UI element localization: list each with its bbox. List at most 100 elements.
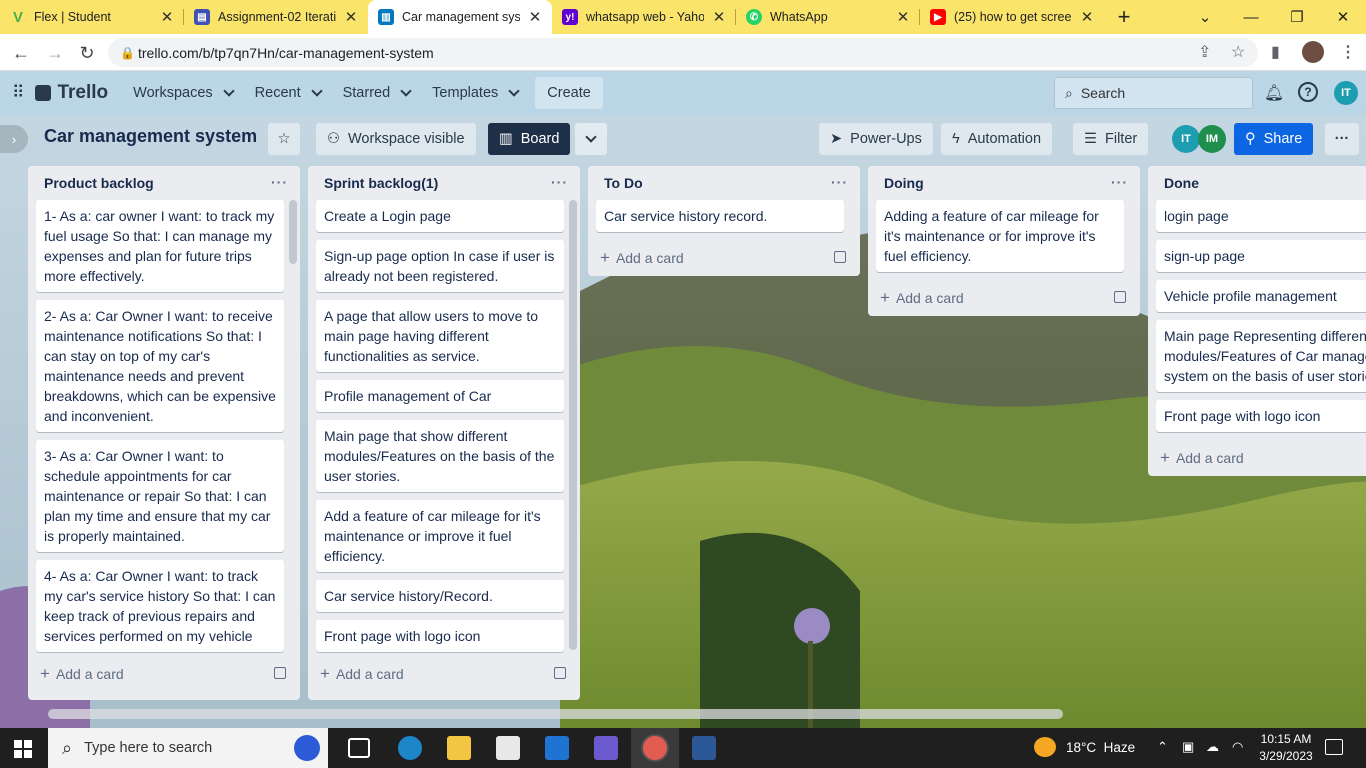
add-card-button[interactable]: + Add a card: [1148, 440, 1366, 476]
mail-icon[interactable]: [545, 736, 569, 760]
wifi-icon[interactable]: ◠: [1232, 739, 1243, 755]
browser-tab[interactable]: y! whatsapp web - Yahoo ✕: [552, 0, 736, 34]
template-icon[interactable]: [1114, 291, 1126, 303]
card[interactable]: Profile management of Car: [316, 380, 564, 412]
automation-button[interactable]: ϟ Automation: [941, 123, 1053, 155]
url-field[interactable]: 🔒 trello.com/b/tp7qn7Hn/car-management-s…: [108, 38, 1258, 67]
menu-workspaces[interactable]: Workspaces: [122, 77, 244, 109]
restore-button[interactable]: ❐: [1274, 0, 1320, 34]
browser-tab[interactable]: ▤ Assignment-02 Iteratio ✕: [184, 0, 368, 34]
reload-icon[interactable]: ↻: [74, 40, 100, 66]
chevron-down-icon[interactable]: ⌄: [1182, 0, 1228, 34]
chevron-up-icon[interactable]: ⌃: [1157, 739, 1168, 755]
card[interactable]: Main page that show different modules/Fe…: [316, 420, 564, 492]
more-icon[interactable]: ···: [831, 174, 848, 190]
list-header[interactable]: To Do ···: [588, 166, 860, 200]
template-icon[interactable]: [834, 251, 846, 263]
edge-icon[interactable]: [398, 736, 422, 760]
card[interactable]: Create a Login page: [316, 200, 564, 232]
share-button[interactable]: ⚲ Share: [1234, 123, 1314, 155]
card[interactable]: Main page Representing differen modules/…: [1156, 320, 1366, 392]
close-icon[interactable]: ✕: [160, 8, 174, 26]
new-tab-button[interactable]: +: [1104, 0, 1144, 34]
clock[interactable]: 10:15 AM 3/29/2023: [1253, 731, 1319, 765]
browser-tab[interactable]: ▶ (25) how to get screen ✕: [920, 0, 1104, 34]
add-card-button[interactable]: + Add a card: [588, 240, 860, 276]
menu-icon[interactable]: ⋮: [1340, 42, 1356, 62]
trello-logo[interactable]: Trello: [29, 77, 122, 109]
back-icon[interactable]: ←: [8, 40, 34, 66]
list-title[interactable]: Sprint backlog(1): [324, 175, 438, 191]
taskbar-search-input[interactable]: ⌕ Type here to search: [48, 728, 328, 768]
windows-start-icon[interactable]: [14, 740, 32, 758]
list-header[interactable]: Doing ···: [868, 166, 1140, 200]
expand-sidebar-button[interactable]: ›: [0, 125, 28, 153]
card[interactable]: 4- As a: Car Owner I want: to track my c…: [36, 560, 284, 652]
list-header[interactable]: Product backlog ···: [28, 166, 300, 200]
minimize-button[interactable]: —: [1228, 0, 1274, 34]
close-icon[interactable]: ✕: [896, 8, 910, 26]
cloud-icon[interactable]: ☁: [1206, 739, 1219, 755]
filter-button[interactable]: ☰ Filter: [1073, 123, 1149, 155]
share-icon[interactable]: ⇪: [1198, 42, 1211, 62]
card[interactable]: A page that allow users to move to main …: [316, 300, 564, 372]
list-title[interactable]: To Do: [604, 175, 643, 191]
profile-avatar[interactable]: [1302, 41, 1324, 63]
browser-tab[interactable]: V Flex | Student ✕: [0, 0, 184, 34]
sidebar-icon[interactable]: ▮: [1271, 42, 1280, 62]
user-avatar[interactable]: IT: [1334, 81, 1358, 105]
card[interactable]: 3- As a: Car Owner I want: to schedule a…: [36, 440, 284, 552]
close-window-button[interactable]: ✕: [1320, 0, 1366, 34]
template-icon[interactable]: [554, 667, 566, 679]
card[interactable]: Car service history/Record.: [316, 580, 564, 612]
card[interactable]: sign-up page: [1156, 240, 1366, 272]
board-title[interactable]: Car management system: [44, 126, 257, 147]
card[interactable]: login page: [1156, 200, 1366, 232]
list-title[interactable]: Done: [1164, 175, 1199, 191]
close-icon[interactable]: ✕: [712, 8, 726, 26]
card[interactable]: 1- As a: car owner I want: to track my f…: [36, 200, 284, 292]
apps-grid-icon[interactable]: ⠿: [0, 77, 29, 109]
device-icon[interactable]: ▣: [1182, 739, 1194, 755]
add-card-button[interactable]: + Add a card: [868, 280, 1140, 316]
add-card-button[interactable]: + Add a card: [308, 656, 580, 692]
card[interactable]: Front page with logo icon: [316, 620, 564, 652]
board-horizontal-scrollbar[interactable]: [48, 709, 1063, 719]
word-icon[interactable]: [692, 736, 716, 760]
task-view-icon[interactable]: [348, 738, 370, 758]
browser-tab-active[interactable]: ▥ Car management syste ✕: [368, 0, 552, 34]
file-explorer-icon[interactable]: [447, 736, 471, 760]
card[interactable]: Sign-up page option In case if user is a…: [316, 240, 564, 292]
help-icon[interactable]: ?: [1298, 82, 1318, 102]
template-icon[interactable]: [274, 667, 286, 679]
store-icon[interactable]: [496, 736, 520, 760]
card[interactable]: Add a feature of car mileage for it's ma…: [316, 500, 564, 572]
close-icon[interactable]: ✕: [1080, 8, 1094, 26]
member-avatar[interactable]: IM: [1198, 125, 1226, 153]
close-icon[interactable]: ✕: [528, 8, 542, 26]
notifications-icon[interactable]: 🔔︎: [1263, 82, 1285, 104]
card[interactable]: Car service history record.: [596, 200, 844, 232]
card[interactable]: Adding a feature of car mileage for it's…: [876, 200, 1124, 272]
star-icon[interactable]: ☆: [1231, 42, 1245, 62]
more-icon[interactable]: ···: [1111, 174, 1128, 190]
create-button[interactable]: Create: [535, 77, 603, 109]
card[interactable]: Vehicle profile management: [1156, 280, 1366, 312]
list-header[interactable]: Done: [1148, 166, 1366, 200]
list-scrollbar[interactable]: [569, 200, 577, 650]
forward-icon[interactable]: →: [42, 40, 68, 66]
menu-templates[interactable]: Templates: [421, 77, 529, 109]
more-icon[interactable]: ···: [271, 174, 288, 190]
powerups-button[interactable]: ➤ Power-Ups: [819, 123, 933, 155]
member-avatar[interactable]: IT: [1172, 125, 1200, 153]
star-board-button[interactable]: ☆: [268, 123, 300, 155]
board-view-button[interactable]: ▥ Board: [488, 123, 571, 155]
list-scrollbar[interactable]: [289, 200, 297, 264]
add-card-button[interactable]: + Add a card: [28, 656, 300, 692]
list-title[interactable]: Doing: [884, 175, 924, 191]
weather-text[interactable]: 18°C Haze: [1066, 740, 1135, 755]
close-icon[interactable]: ✕: [344, 8, 358, 26]
menu-recent[interactable]: Recent: [244, 77, 332, 109]
list-title[interactable]: Product backlog: [44, 175, 154, 191]
list-header[interactable]: Sprint backlog(1) ···: [308, 166, 580, 200]
